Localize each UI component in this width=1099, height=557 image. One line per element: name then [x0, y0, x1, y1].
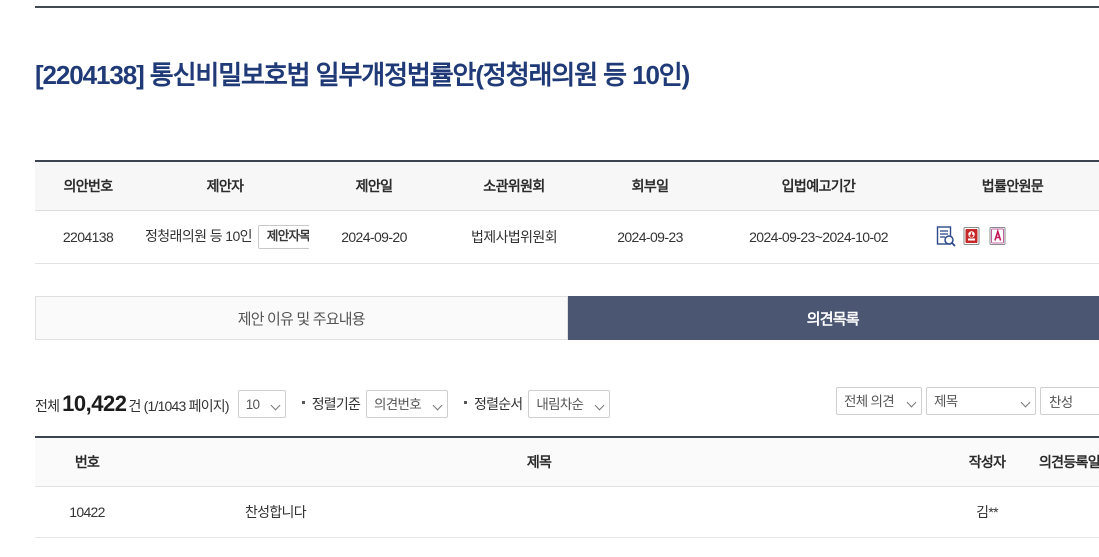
page-size-select[interactable]: 10 [237, 390, 286, 418]
bill-no-cell: 2204138 [35, 210, 141, 264]
top-divider [35, 6, 1099, 8]
opinion-filter-select-wrap: 전체 의견 [836, 387, 922, 415]
opinion-header-no: 번호 [35, 436, 139, 487]
opinion-date-cell [1035, 486, 1099, 538]
bill-table-row: 2204138 정청래의원 등 10인제안자목록 2024-09-20 법제사법… [35, 210, 1099, 264]
bill-header-bill-document: 법률안원문 [926, 160, 1099, 211]
sort-by-select-wrap: 의견번호 [366, 390, 449, 418]
bill-document-cell [926, 210, 1099, 264]
proposer-name: 정청래의원 등 10인 [145, 227, 253, 244]
opinion-table-header-row: 번호 제목 작성자 의견등록일 [35, 436, 1099, 487]
search-keyword-input[interactable] [1040, 387, 1099, 415]
tab-proposal-reason[interactable]: 제안 이유 및 주요내용 [35, 296, 568, 340]
propose-date-cell: 2024-09-20 [309, 210, 439, 264]
bill-table-header-row: 의안번호 제안자 제안일 소관위원회 회부일 입법예고기간 법률안원문 [35, 160, 1099, 211]
sort-order-select[interactable]: 내림차순 [528, 390, 611, 418]
document-search-icon[interactable] [936, 226, 956, 248]
bill-header-committee: 소관위원회 [439, 160, 589, 211]
proposer-cell: 정청래의원 등 10인제안자목록 [141, 210, 309, 264]
bill-header-referral-date: 회부일 [589, 160, 711, 211]
page-size-select-wrap: 10 [237, 390, 286, 418]
opinion-header-author: 작성자 [939, 436, 1035, 487]
bill-info-table: 의안번호 제안자 제안일 소관위원회 회부일 입법예고기간 법률안원문 2204… [35, 160, 1099, 264]
search-field-select-wrap: 제목 [926, 387, 1036, 415]
sort-order-label: 정렬순서 [474, 396, 523, 412]
sort-by-select[interactable]: 의견번호 [366, 390, 449, 418]
table-row[interactable]: 10422 찬성합니다 김** [35, 486, 1099, 538]
content-tabs: 제안 이유 및 주요내용 의견목록 [35, 296, 1099, 340]
bill-header-proposer: 제안자 [141, 160, 309, 211]
total-count-label: 전체 10,422 건 (1/1043 페이지) [35, 391, 230, 417]
search-field-select[interactable]: 제목 [926, 387, 1036, 415]
total-page-info: 건 (1/1043 페이지) [128, 398, 229, 414]
total-count-value: 10,422 [62, 391, 127, 416]
opinion-filter-select[interactable]: 전체 의견 [836, 387, 922, 415]
pdf-icon[interactable] [962, 226, 982, 247]
bill-header-bill-no: 의안번호 [35, 160, 141, 211]
total-prefix: 전체 [35, 398, 60, 414]
document-icon-group [930, 226, 1095, 248]
page-root: [2204138] 통신비밀보호법 일부개정법률안(정청래의원 등 10인) 의… [0, 0, 1099, 557]
notice-period-cell: 2024-09-23~2024-10-02 [711, 210, 926, 264]
bill-header-propose-date: 제안일 [309, 160, 439, 211]
committee-cell: 법제사법위원회 [439, 210, 589, 264]
tab-opinion-list[interactable]: 의견목록 [567, 296, 1099, 340]
opinion-title-link[interactable]: 찬성합니다 [245, 504, 307, 520]
sort-by-bullet [301, 401, 305, 404]
bill-header-notice-period: 입법예고기간 [711, 160, 926, 211]
proposer-list-button[interactable]: 제안자목록 [257, 225, 309, 249]
opinion-list-table: 번호 제목 작성자 의견등록일 10422 찬성합니다 김** [35, 436, 1099, 538]
opinion-no-cell: 10422 [35, 486, 139, 538]
hwp-icon[interactable] [988, 226, 1008, 247]
referral-date-cell: 2024-09-23 [589, 210, 711, 264]
sort-order-select-wrap: 내림차순 [528, 390, 611, 418]
opinion-header-date: 의견등록일 [1035, 436, 1099, 487]
opinion-title-cell[interactable]: 찬성합니다 [139, 486, 939, 538]
sort-by-label: 정렬기준 [311, 396, 361, 412]
opinion-author-cell: 김** [939, 486, 1035, 538]
sort-order-bullet [464, 401, 468, 404]
page-title: [2204138] 통신비밀보호법 일부개정법률안(정청래의원 등 10인) [35, 60, 690, 91]
opinion-header-title: 제목 [139, 436, 939, 487]
search-control-group: 전체 의견 제목 [836, 387, 1099, 415]
